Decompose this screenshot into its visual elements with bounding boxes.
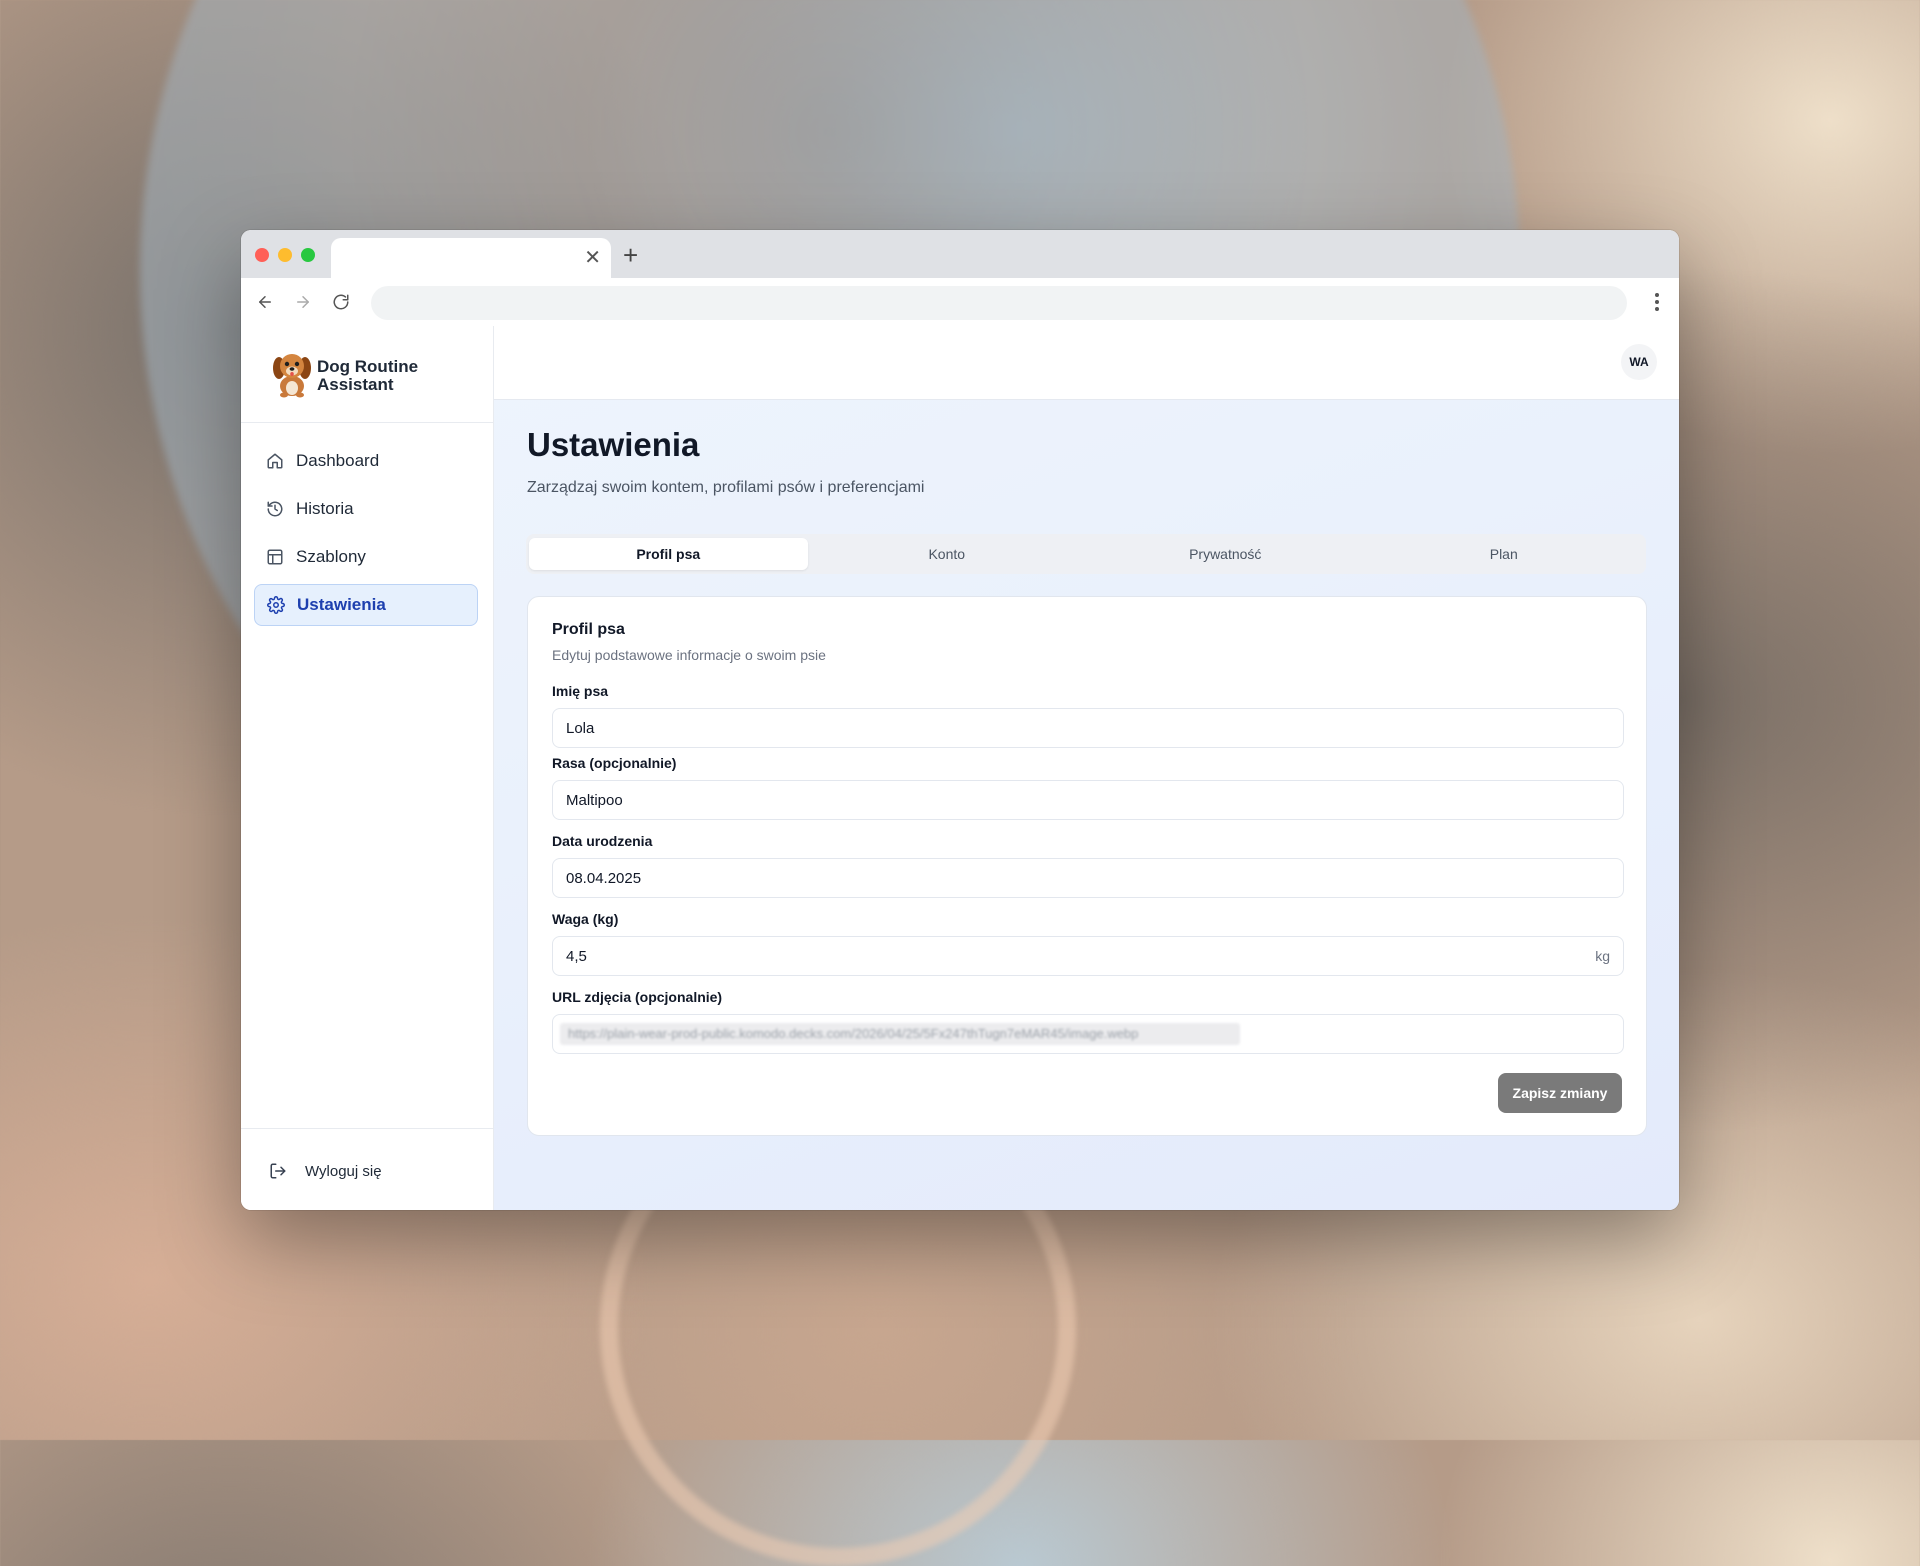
- dog-mascot-icon: [273, 354, 311, 398]
- settings-tabs: Profil psa Konto Prywatność Plan: [526, 534, 1646, 574]
- sidebar-item-szablony[interactable]: Szablony: [254, 536, 478, 578]
- kebab-menu-icon: [1655, 293, 1659, 311]
- browser-tab[interactable]: ✕: [331, 238, 611, 278]
- sidebar-item-label: Szablony: [296, 547, 366, 566]
- sidebar-item-label: Dashboard: [296, 451, 380, 470]
- photo-url-label: URL zdjęcia (opcjonalnie): [552, 989, 723, 1005]
- avatar[interactable]: WA: [1621, 344, 1657, 380]
- card-title: Profil psa: [552, 621, 625, 638]
- layout-icon: [267, 549, 283, 565]
- weight-unit: kg: [1595, 948, 1610, 964]
- sidebar: Dog Routine Assistant Dashboard Historia…: [241, 326, 494, 1210]
- main-content: WA Ustawienia Zarządzaj swoim kontem, pr…: [494, 326, 1679, 1210]
- sidebar-item-historia[interactable]: Historia: [254, 488, 478, 530]
- maximize-window-button[interactable]: [301, 248, 315, 262]
- breed-label: Rasa (opcjonalnie): [552, 755, 677, 771]
- browser-menu-button[interactable]: [1647, 288, 1667, 316]
- sidebar-item-label: Ustawienia: [297, 595, 386, 614]
- arrow-left-icon: [259, 296, 271, 308]
- weight-label: Waga (kg): [552, 911, 619, 927]
- address-bar[interactable]: [371, 286, 1627, 320]
- reload-button[interactable]: [327, 288, 355, 316]
- logout-icon: [270, 1163, 286, 1179]
- forward-button[interactable]: [289, 288, 317, 316]
- arrow-right-icon: [297, 296, 309, 308]
- birthdate-value: 08.04.2025: [566, 869, 642, 887]
- save-button[interactable]: Zapisz zmiany: [1498, 1073, 1622, 1113]
- browser-toolbar: [241, 278, 1679, 327]
- photo-url-value: https://plain-wear-prod-public.komodo.de…: [560, 1023, 1240, 1045]
- top-bar: WA: [494, 326, 1679, 400]
- new-tab-button[interactable]: +: [623, 240, 638, 270]
- close-tab-icon[interactable]: ✕: [584, 246, 601, 270]
- browser-window: ✕ + Dog Routine Assistant Dashboard Hist…: [241, 230, 1679, 1210]
- close-window-button[interactable]: [255, 248, 269, 262]
- back-button[interactable]: [251, 288, 279, 316]
- sidebar-nav: Dashboard Historia Szablony Ustawienia: [254, 440, 478, 632]
- sidebar-item-dashboard[interactable]: Dashboard: [254, 440, 478, 482]
- tab-prywatnosc[interactable]: Prywatność: [1086, 538, 1365, 570]
- dog-name-field[interactable]: Lola: [552, 708, 1624, 748]
- tab-konto[interactable]: Konto: [808, 538, 1087, 570]
- breed-field[interactable]: Maltipoo: [552, 780, 1624, 820]
- logout-button[interactable]: Wyloguj się: [269, 1162, 382, 1180]
- logout-label: Wyloguj się: [305, 1162, 382, 1180]
- brand-name: Dog Routine Assistant: [317, 357, 419, 394]
- sidebar-item-label: Historia: [296, 499, 354, 518]
- tab-plan[interactable]: Plan: [1365, 538, 1644, 570]
- photo-url-field[interactable]: https://plain-wear-prod-public.komodo.de…: [552, 1014, 1624, 1054]
- birthdate-label: Data urodzenia: [552, 833, 653, 849]
- tab-profil-psa[interactable]: Profil psa: [529, 538, 808, 570]
- page-title: Ustawienia: [527, 426, 700, 463]
- sidebar-divider: [241, 422, 493, 423]
- card-subtitle: Edytuj podstawowe informacje o swoim psi…: [552, 647, 826, 663]
- birthdate-field[interactable]: 08.04.2025: [552, 858, 1624, 898]
- sidebar-divider: [241, 1128, 493, 1129]
- dog-profile-card: Profil psa Edytuj podstawowe informacje …: [527, 596, 1647, 1136]
- dog-name-value: Lola: [566, 719, 595, 737]
- reload-icon: [333, 294, 349, 310]
- page-subtitle: Zarządzaj swoim kontem, profilami psów i…: [527, 479, 925, 496]
- weight-field[interactable]: 4,5 kg: [552, 936, 1624, 976]
- browser-titlebar: ✕ +: [241, 230, 1679, 278]
- weight-value: 4,5: [566, 947, 587, 965]
- gear-icon: [267, 596, 285, 614]
- history-icon: [267, 501, 283, 517]
- brand[interactable]: Dog Routine Assistant: [271, 348, 481, 404]
- dog-name-label: Imię psa: [552, 683, 609, 699]
- minimize-window-button[interactable]: [278, 248, 292, 262]
- breed-value: Maltipoo: [566, 791, 623, 809]
- sidebar-item-ustawienia[interactable]: Ustawienia: [254, 584, 478, 626]
- home-icon: [267, 453, 283, 469]
